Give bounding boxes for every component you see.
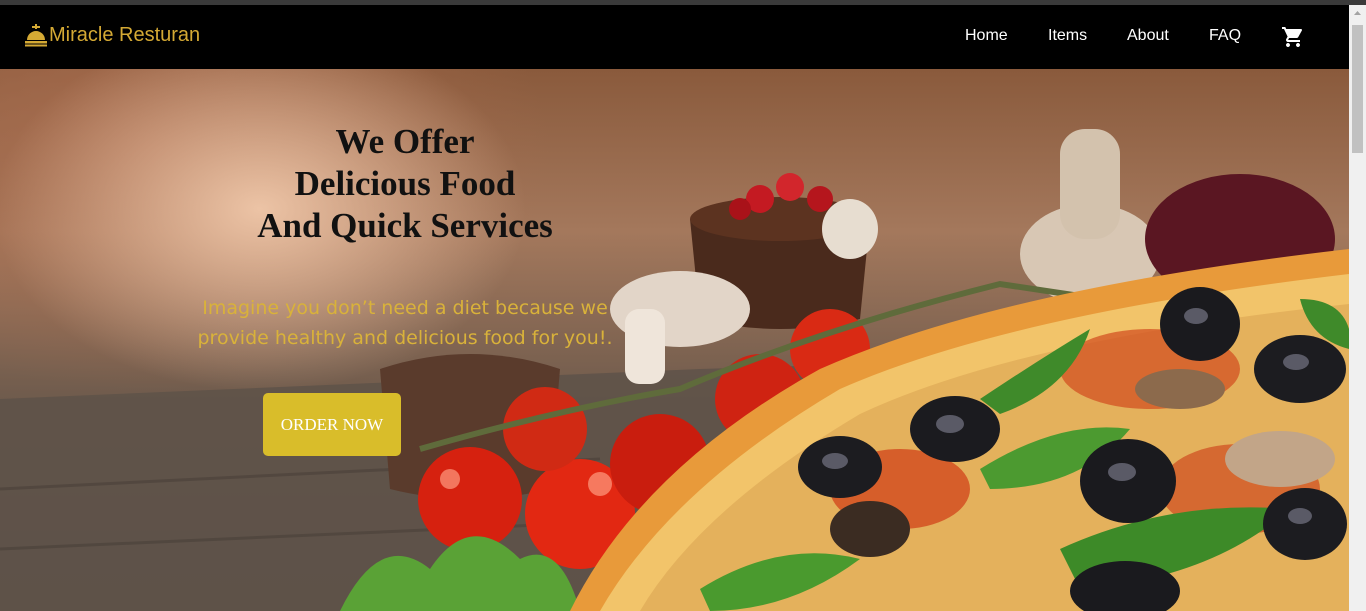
hero-subtext: Imagine you don’t need a diet because we… xyxy=(197,297,613,349)
order-now-button[interactable]: ORDER NOW xyxy=(263,393,401,456)
hero-banner: We Offer Delicious Food And Quick Servic… xyxy=(0,69,1349,611)
nav-about[interactable]: About xyxy=(1127,27,1169,45)
headline-line: Delicious Food xyxy=(294,164,516,203)
scroll-up-arrow-icon[interactable] xyxy=(1349,5,1366,22)
headline-line: And Quick Services xyxy=(257,206,553,245)
headline-line: We Offer xyxy=(335,122,475,161)
hero-headline: We Offer Delicious Food And Quick Servic… xyxy=(190,121,620,247)
shopping-cart-icon[interactable] xyxy=(1281,25,1305,49)
nav-faq[interactable]: FAQ xyxy=(1209,27,1241,45)
nav-home[interactable]: Home xyxy=(965,27,1008,45)
brand[interactable]: Miracle Resturan xyxy=(24,23,200,47)
brand-name[interactable]: Miracle Resturan xyxy=(49,24,200,47)
nav-items[interactable]: Items xyxy=(1048,27,1087,45)
vertical-scrollbar[interactable] xyxy=(1349,5,1366,611)
restaurant-cloche-icon xyxy=(25,24,47,47)
scrollbar-thumb[interactable] xyxy=(1352,25,1363,153)
navbar: Miracle Resturan Home Items About FAQ xyxy=(0,5,1349,69)
